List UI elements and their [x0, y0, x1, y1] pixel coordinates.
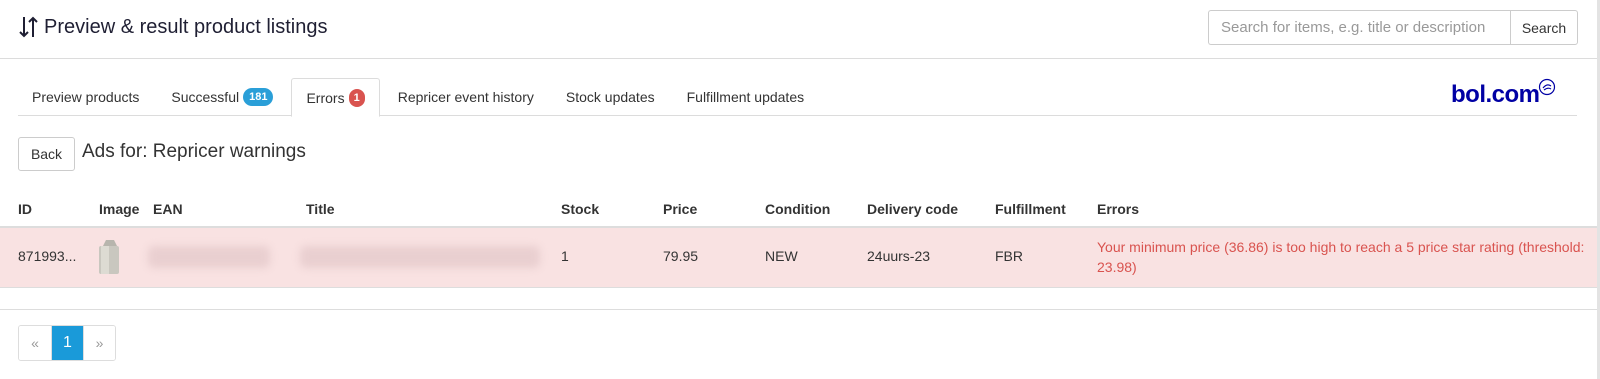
bol-logo: bol.com: [1451, 78, 1556, 109]
tab-preview-products[interactable]: Preview products: [18, 78, 153, 116]
product-image[interactable]: [97, 240, 121, 275]
page-header: Preview & result product listings Search: [0, 0, 1597, 59]
cell-title-redacted: [300, 246, 540, 268]
column-header-stock[interactable]: Stock: [561, 201, 599, 217]
pagination-prev[interactable]: «: [19, 326, 51, 360]
tab-label: Repricer event history: [397, 89, 534, 105]
cell-condition: NEW: [765, 248, 798, 264]
pagination: « 1 »: [18, 325, 116, 361]
column-header-fulfillment[interactable]: Fulfillment: [995, 201, 1066, 217]
table-header: ID Image EAN Title Stock Price Condition…: [0, 190, 1597, 228]
tab-label: Preview products: [32, 89, 140, 105]
tab-label: Successful: [171, 89, 240, 105]
pagination-page-1[interactable]: 1: [51, 326, 83, 360]
column-header-title[interactable]: Title: [306, 201, 335, 217]
tab-bar: Preview products Successful 181 Errors 1…: [18, 78, 1577, 117]
tab-repricer-event-history[interactable]: Repricer event history: [384, 78, 548, 116]
cell-stock: 1: [561, 248, 569, 264]
search-input[interactable]: [1208, 10, 1510, 45]
pagination-next[interactable]: »: [83, 326, 115, 360]
logo-text: bol.com: [1451, 81, 1540, 108]
cell-error-message: Your minimum price (36.86) is too high t…: [1097, 239, 1585, 275]
tab-label: Fulfillment updates: [686, 89, 805, 105]
tab-stock-updates[interactable]: Stock updates: [552, 78, 669, 116]
cell-fulfillment: FBR: [995, 248, 1023, 264]
sort-arrows-icon: [19, 16, 38, 38]
cell-ean-redacted: [148, 246, 270, 268]
search-group: Search: [1208, 10, 1578, 45]
column-header-ean[interactable]: EAN: [153, 201, 183, 217]
listings-table: ID Image EAN Title Stock Price Condition…: [0, 190, 1597, 288]
cell-delivery-code: 24uurs-23: [867, 248, 931, 264]
table-divider: [0, 309, 1597, 310]
cell-price: 79.95: [663, 248, 699, 264]
count-badge: 1: [348, 88, 365, 107]
back-button[interactable]: Back: [18, 137, 75, 171]
cell-id: 871993...: [18, 248, 77, 264]
tab-label: Errors: [306, 89, 345, 106]
tab-errors[interactable]: Errors 1: [291, 78, 380, 117]
column-header-delivery-code[interactable]: Delivery code: [867, 201, 958, 217]
table-row[interactable]: 871993... 1 79.95 NEW 24uurs-23 FBR Your…: [0, 228, 1597, 288]
column-header-errors[interactable]: Errors: [1097, 201, 1139, 217]
column-header-price[interactable]: Price: [663, 201, 697, 217]
tab-fulfillment-updates[interactable]: Fulfillment updates: [673, 78, 819, 116]
title-group: Preview & result product listings: [18, 14, 327, 40]
tab-successful[interactable]: Successful 181: [157, 78, 287, 116]
smile-mark-icon: [1538, 78, 1555, 96]
page-title: Preview & result product listings: [44, 16, 328, 38]
section-title: Ads for: Repricer warnings: [82, 141, 306, 162]
column-header-condition[interactable]: Condition: [765, 201, 830, 217]
column-header-image[interactable]: Image: [99, 201, 139, 217]
search-button[interactable]: Search: [1510, 10, 1578, 45]
column-header-id[interactable]: ID: [18, 201, 32, 217]
count-badge: 181: [243, 88, 274, 106]
tab-label: Stock updates: [565, 89, 655, 105]
